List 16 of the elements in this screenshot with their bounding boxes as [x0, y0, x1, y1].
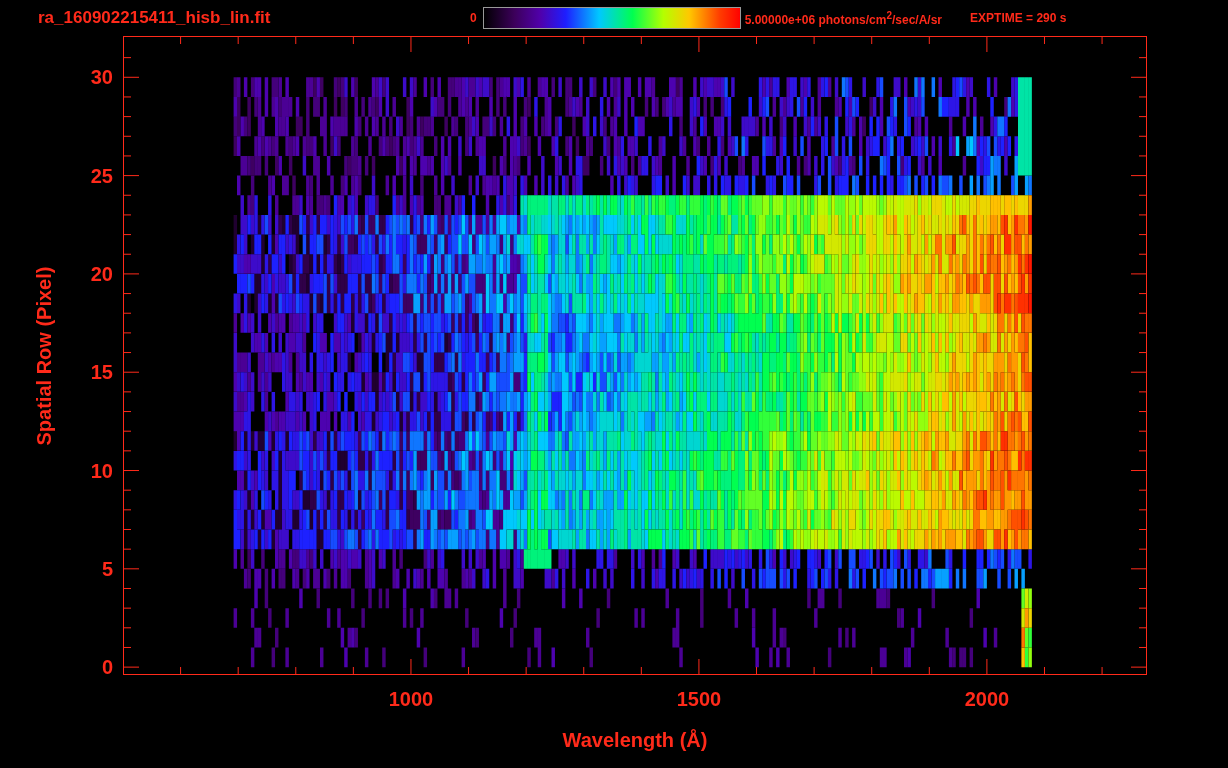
x-tick-label: 1000 [388, 687, 434, 711]
y-tick-label: 20 [90, 262, 113, 286]
x-axis-label: Wavelength (Å) [562, 729, 708, 752]
x-tick-label: 1500 [676, 687, 722, 711]
file-title: ra_160902215411_hisb_lin.fit [38, 8, 272, 28]
colorbar-min-label: 0 [470, 11, 477, 25]
y-tick-label: 25 [90, 164, 113, 188]
y-axis-label: Spatial Row (Pixel) [32, 266, 56, 446]
y-tick-label: 0 [101, 655, 113, 679]
y-tick-label: 15 [90, 360, 113, 384]
y-tick-label: 30 [90, 65, 113, 89]
colorbar-max-label: 5.00000e+06 photons/cm$^{2}$/sec/A/sr [744, 9, 943, 27]
x-tick-label: 2000 [964, 687, 1010, 711]
exposure-time: EXPTIME = 290 s [970, 11, 1067, 25]
y-tick-label: 10 [90, 459, 113, 482]
y-tick-label: 5 [101, 557, 113, 581]
